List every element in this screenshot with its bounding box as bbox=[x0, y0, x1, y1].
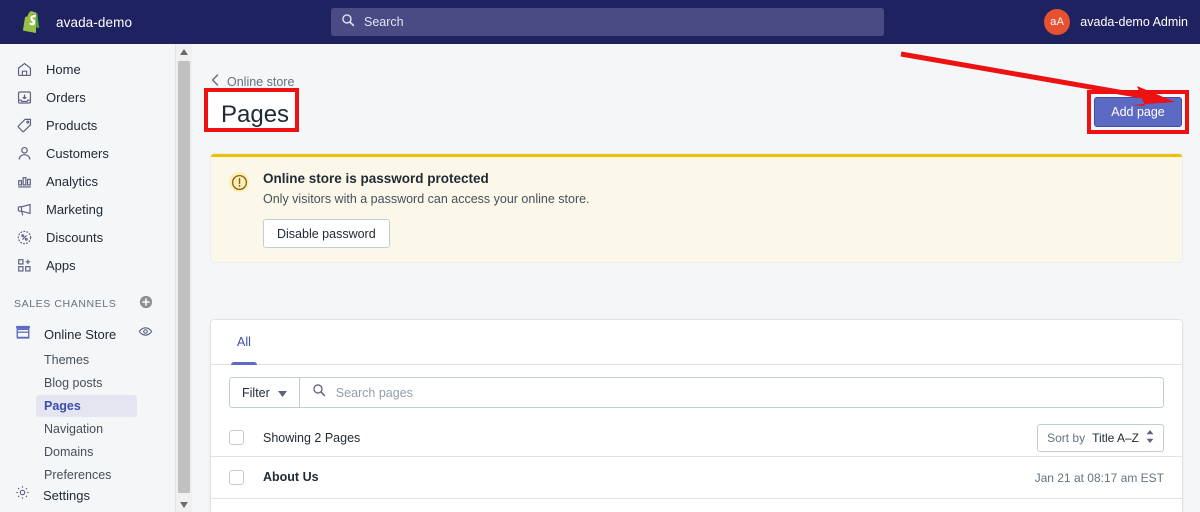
sidebar-item-marketing[interactable]: Marketing bbox=[0, 196, 175, 222]
filter-dropdown[interactable]: Filter bbox=[230, 378, 300, 407]
sidebar-item-label: Online Store bbox=[44, 326, 117, 342]
sidebar-item-label: Analytics bbox=[46, 173, 99, 189]
sidebar-item-customers[interactable]: Customers bbox=[0, 140, 175, 166]
breadcrumb-label: Online store bbox=[227, 75, 295, 89]
sales-channels-header: SALES CHANNELS bbox=[0, 292, 175, 316]
sidebar-item-discounts[interactable]: Discounts bbox=[0, 224, 175, 250]
orders-icon bbox=[14, 87, 34, 107]
sidebar-item-label: Customers bbox=[46, 145, 109, 161]
row-checkbox[interactable] bbox=[229, 470, 244, 485]
row-title: About Us bbox=[263, 470, 319, 484]
sidebar-item-navigation[interactable]: Navigation bbox=[36, 418, 137, 440]
sidebar-item-label: Home bbox=[46, 61, 81, 77]
sales-channels-label: SALES CHANNELS bbox=[14, 298, 117, 310]
filter-label: Filter bbox=[242, 385, 270, 400]
sidebar-subitem-label: Navigation bbox=[44, 422, 104, 436]
sidebar: Home Orders Products Customers Analytics… bbox=[0, 44, 176, 512]
disable-password-button[interactable]: Disable password bbox=[263, 219, 390, 248]
sidebar-item-domains[interactable]: Domains bbox=[36, 441, 137, 463]
sort-prefix-label: Sort by bbox=[1047, 430, 1086, 445]
table-row[interactable]: contact us In case you need anything, ju… bbox=[211, 499, 1182, 512]
scroll-down-arrow-icon[interactable] bbox=[176, 497, 192, 512]
sidebar-subitem-label: Blog posts bbox=[44, 376, 103, 390]
password-protected-banner: Online store is password protected Only … bbox=[211, 154, 1182, 262]
filter-bar: Filter Search pages bbox=[211, 365, 1182, 408]
home-icon bbox=[14, 59, 34, 79]
sidebar-subitem-label: Preferences bbox=[44, 468, 112, 482]
sidebar-item-products[interactable]: Products bbox=[0, 112, 175, 138]
sidebar-scrollbar[interactable] bbox=[176, 44, 192, 512]
showing-count-label: Showing 2 Pages bbox=[263, 430, 361, 445]
avatar: aA bbox=[1044, 9, 1071, 35]
add-page-button[interactable]: Add page bbox=[1094, 97, 1182, 127]
search-icon bbox=[312, 383, 326, 402]
select-all-checkbox[interactable] bbox=[229, 430, 244, 445]
alert-circle-icon bbox=[229, 172, 249, 192]
sidebar-item-analytics[interactable]: Analytics bbox=[0, 168, 175, 194]
account-menu[interactable]: aA avada-demo Admin bbox=[1044, 0, 1188, 44]
sidebar-item-blog-posts[interactable]: Blog posts bbox=[36, 372, 137, 394]
plus-circle-icon[interactable] bbox=[139, 295, 153, 314]
sort-dropdown[interactable]: Sort by Title A–Z bbox=[1037, 423, 1164, 452]
search-pages-placeholder: Search pages bbox=[335, 385, 413, 400]
store-name: avada-demo bbox=[56, 14, 133, 30]
sidebar-item-home[interactable]: Home bbox=[0, 56, 175, 82]
scroll-up-arrow-icon[interactable] bbox=[176, 44, 192, 59]
eye-icon[interactable] bbox=[138, 324, 153, 344]
sidebar-item-settings[interactable]: Settings bbox=[0, 482, 90, 508]
search-pages-input[interactable]: Search pages bbox=[300, 378, 1163, 407]
scrollbar-thumb[interactable] bbox=[178, 61, 190, 493]
sidebar-item-apps[interactable]: Apps bbox=[0, 252, 175, 278]
online-store-icon bbox=[14, 323, 32, 346]
sidebar-item-orders[interactable]: Orders bbox=[0, 84, 175, 110]
gear-icon bbox=[14, 484, 31, 506]
sidebar-item-online-store[interactable]: Online Store bbox=[0, 320, 175, 348]
apps-grid-icon bbox=[14, 255, 34, 275]
sidebar-item-label: Products bbox=[46, 117, 98, 133]
sidebar-item-label: Marketing bbox=[46, 201, 104, 217]
filter-row: Filter Search pages bbox=[229, 377, 1164, 408]
sidebar-item-pages[interactable]: Pages bbox=[36, 395, 137, 417]
sidebar-item-label: Discounts bbox=[46, 229, 104, 245]
list-header: Showing 2 Pages Sort by Title A–Z bbox=[211, 419, 1182, 457]
sidebar-item-themes[interactable]: Themes bbox=[36, 349, 137, 371]
sidebar-subitem-label: Domains bbox=[44, 445, 94, 459]
row-date: Jan 21 at 08:17 am EST bbox=[1034, 471, 1164, 485]
updown-arrows-icon bbox=[1146, 429, 1154, 446]
banner-description: Only visitors with a password can access… bbox=[263, 192, 590, 206]
products-tag-icon bbox=[14, 115, 34, 135]
global-search-input[interactable]: Search bbox=[331, 8, 884, 36]
sidebar-item-label: Orders bbox=[46, 89, 86, 105]
sidebar-subitem-label: Pages bbox=[44, 399, 81, 413]
global-search-placeholder: Search bbox=[364, 15, 404, 29]
sidebar-subitem-label: Themes bbox=[44, 353, 90, 367]
shopify-admin-window: avada-demo Search aA avada-demo Admin Ho… bbox=[0, 0, 1200, 512]
chevron-down-icon bbox=[277, 386, 287, 400]
main-content: Online store Pages Add page Online store… bbox=[193, 44, 1200, 512]
brand-area[interactable]: avada-demo bbox=[0, 10, 190, 34]
search-icon bbox=[341, 13, 355, 32]
sort-value-label: Title A–Z bbox=[1092, 430, 1139, 445]
global-search-wrapper: Search bbox=[331, 8, 884, 36]
marketing-megaphone-icon bbox=[14, 199, 34, 219]
page-title: Pages bbox=[221, 101, 290, 128]
shopify-bag-icon bbox=[22, 10, 44, 34]
analytics-bars-icon bbox=[14, 171, 34, 191]
sidebar-item-label: Apps bbox=[46, 257, 76, 273]
sidebar-item-label: Settings bbox=[43, 487, 90, 503]
tab-all[interactable]: All bbox=[223, 320, 265, 365]
table-row[interactable]: About Us Jan 21 at 08:17 am EST bbox=[211, 457, 1182, 499]
account-name: avada-demo Admin bbox=[1080, 15, 1188, 29]
customers-person-icon bbox=[14, 143, 34, 163]
pages-card: All Filter Search pages Showing 2 Pages … bbox=[211, 320, 1182, 512]
row-content: About Us bbox=[263, 470, 1021, 484]
banner-title: Online store is password protected bbox=[263, 171, 489, 186]
tab-bar: All bbox=[211, 320, 1182, 365]
discounts-percent-icon bbox=[14, 227, 34, 247]
top-bar: avada-demo Search aA avada-demo Admin bbox=[0, 0, 1200, 44]
